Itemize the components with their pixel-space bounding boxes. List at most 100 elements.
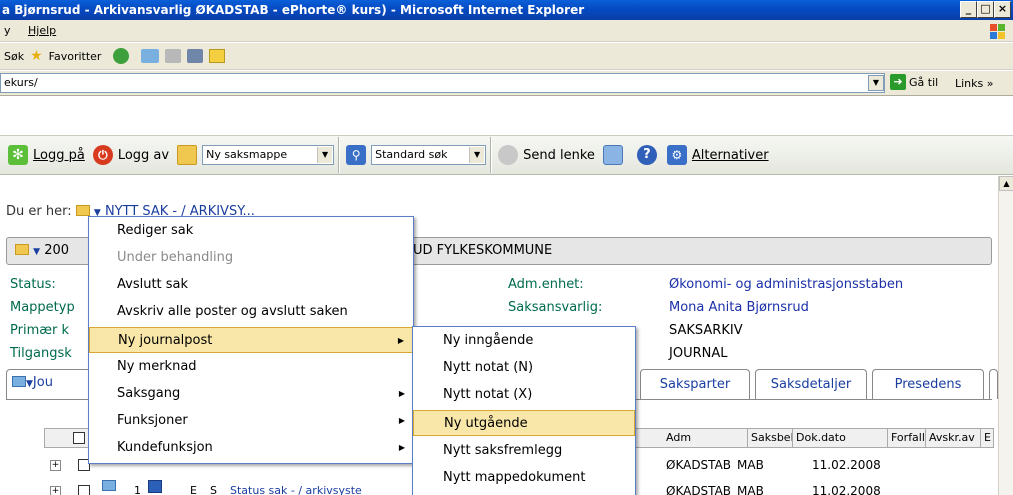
discuss-icon[interactable]	[209, 49, 226, 63]
submenu-item-incoming[interactable]: Ny inngående	[413, 328, 635, 354]
col-e[interactable]: E	[981, 429, 995, 447]
scroll-up-icon[interactable]: ▲	[999, 176, 1013, 191]
edit-icon[interactable]	[187, 49, 204, 63]
col-saksbeh[interactable]: Saksbeh.	[748, 429, 793, 447]
address-bar: ekurs/ ▼ ➜ Gå til Links »	[0, 71, 1013, 96]
menu-label: Avskriv alle poster og avslutt saken	[117, 304, 348, 319]
favorites-star-icon: ★	[30, 48, 43, 64]
menu-label: Kundefunksjon	[117, 440, 213, 455]
menu-item-help[interactable]: Hjelp	[28, 24, 56, 37]
menu-item-write-off-close[interactable]: Avskriv alle poster og avslutt saken	[89, 299, 413, 325]
access-label: Tilgangsk	[10, 346, 72, 361]
print-icon[interactable]	[165, 49, 182, 63]
journal-value: JOURNAL	[669, 346, 728, 361]
submenu-item-folder-document[interactable]: Nytt mappedokument	[413, 465, 635, 491]
search-button[interactable]: Søk	[4, 50, 24, 63]
row-title[interactable]: Status sak - / arkivsyste	[230, 480, 362, 495]
vertical-scrollbar[interactable]: ▲	[998, 176, 1013, 495]
toolbar-divider	[490, 137, 493, 173]
search-select[interactable]: Standard søk ▼	[371, 145, 487, 165]
alternatives-button[interactable]: ⚙ Alternativer	[666, 145, 769, 165]
select-all-checkbox[interactable]	[73, 432, 85, 444]
expand-icon[interactable]: +	[50, 460, 61, 471]
submenu-item-note-x[interactable]: Nytt notat (X)	[413, 382, 635, 408]
tab-journal-label[interactable]: ▼Jou	[12, 375, 53, 390]
row-status: S	[210, 484, 217, 495]
help-icon: ?	[636, 145, 657, 165]
submenu-item-outgoing[interactable]: Ny utgående	[413, 410, 635, 436]
row-saksbeh: MAB	[737, 484, 764, 495]
submenu-item-case-proposal[interactable]: Nytt saksfremlegg	[413, 438, 635, 464]
context-menu: Rediger sak Under behandling Avslutt sak…	[88, 216, 414, 464]
menu-label: Ny journalpost	[118, 333, 213, 348]
window-controls: _ □ ×	[960, 1, 1011, 18]
wrench-icon: ⚙	[666, 145, 687, 165]
row-type: E	[190, 484, 197, 495]
address-dropdown-icon[interactable]: ▼	[868, 75, 884, 91]
window-title: a Bjørnsrud - Arkivansvarlig ØKADSTAB - …	[2, 3, 585, 17]
archive-value: SAKSARKIV	[669, 323, 743, 338]
case-manager-value[interactable]: Mona Anita Bjørnsrud	[669, 300, 809, 315]
menu-item-close-case[interactable]: Avslutt sak	[89, 272, 413, 298]
mail-icon[interactable]	[141, 49, 160, 63]
submenu-item-note-n[interactable]: Nytt notat (N)	[413, 355, 635, 381]
links-label: Links	[955, 77, 984, 90]
case-org: UD FYLKESKOMMUNE	[413, 243, 553, 258]
col-adm[interactable]: Adm	[663, 429, 748, 447]
spacer	[0, 97, 1013, 135]
browser-window: a Bjørnsrud - Arkivansvarlig ØKADSTAB - …	[0, 0, 1013, 495]
favorites-button[interactable]: Favoritter	[49, 50, 102, 63]
logout-button[interactable]: ⏻ Logg av	[92, 145, 170, 165]
folder-icon	[75, 205, 90, 216]
login-button[interactable]: ✻ Logg på	[8, 145, 85, 165]
submenu-arrow-icon: ▶	[398, 416, 405, 425]
tab-journal-text: Jou	[32, 375, 53, 390]
breadcrumb-label: Du er her:	[6, 204, 72, 219]
col-avskr[interactable]: Avskr.av	[926, 429, 981, 447]
logout-label: Logg av	[117, 147, 170, 163]
links-button[interactable]: Links »	[955, 77, 994, 90]
menu-item-case-flow[interactable]: Saksgang ▶	[89, 381, 413, 407]
expand-icon[interactable]: +	[50, 486, 61, 495]
tab-saksdetaljer[interactable]: Saksdetaljer	[755, 369, 867, 399]
go-button[interactable]: ➜ Gå til	[890, 74, 938, 90]
address-input[interactable]: ekurs/	[0, 73, 885, 93]
close-button[interactable]: ×	[994, 1, 1011, 18]
tab-overflow[interactable]	[989, 369, 998, 399]
menu-item-new-note[interactable]: Ny merknad	[89, 354, 413, 380]
menu-item-edit-case[interactable]: Rediger sak	[89, 218, 413, 244]
folder-add-icon	[177, 145, 198, 165]
menu-label: Ny merknad	[117, 359, 197, 374]
row-number: 1	[134, 484, 141, 495]
help-button[interactable]: ?	[636, 145, 657, 165]
toolbar-divider	[338, 137, 341, 173]
up-down-icon	[602, 145, 623, 165]
chevron-down-icon[interactable]: ▼	[33, 247, 40, 257]
col-dokdato[interactable]: Dok.dato	[793, 429, 888, 447]
tab-presedens[interactable]: Presedens	[872, 369, 984, 399]
go-label: Gå til	[909, 75, 939, 89]
col-forfall[interactable]: Forfall	[888, 429, 926, 447]
history-icon[interactable]	[113, 48, 130, 64]
tab-saksparter[interactable]: Saksparter	[640, 369, 750, 399]
menu-item-tools[interactable]: y	[4, 24, 11, 37]
menu-item-functions[interactable]: Funksjoner ▶	[89, 408, 413, 434]
menu-item-new-journal-post[interactable]: Ny journalpost ▶	[89, 327, 413, 353]
menu-item-under-treatment: Under behandling	[89, 245, 413, 271]
maximize-button[interactable]: □	[977, 1, 994, 18]
menu-item-customer-functions[interactable]: Kundefunksjon ▶	[89, 435, 413, 461]
adm-unit-value[interactable]: Økonomi- og administrasjonsstaben	[669, 277, 903, 292]
logout-icon: ⏻	[92, 145, 113, 165]
row-checkbox[interactable]	[78, 485, 90, 495]
app-toolbar: ✻ Logg på ⏻ Logg av Ny saksmappe ▼ ⚲ Sta…	[0, 135, 1013, 175]
search-group: ⚲ Standard søk ▼	[346, 145, 487, 165]
folder-type-label: Mappetyp	[10, 300, 75, 315]
link-icon	[498, 145, 519, 165]
send-link-button[interactable]: Send lenke	[498, 145, 595, 165]
new-folder-select[interactable]: Ny saksmappe ▼	[202, 145, 335, 165]
menu-label: Under behandling	[117, 250, 234, 265]
search-icon[interactable]: ⚲	[346, 145, 367, 165]
spinner-button[interactable]	[602, 145, 623, 165]
minimize-button[interactable]: _	[960, 1, 977, 18]
login-icon: ✻	[8, 145, 28, 165]
